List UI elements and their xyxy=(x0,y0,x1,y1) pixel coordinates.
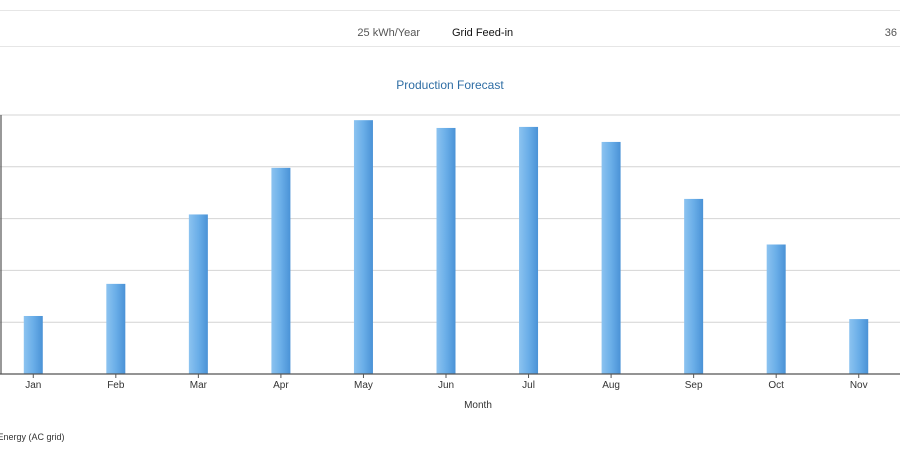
bar-jun xyxy=(436,127,456,374)
bar-feb xyxy=(106,283,126,374)
x-tick-label: Apr xyxy=(273,380,289,391)
bar-nov xyxy=(849,319,869,374)
x-tick-label: Oct xyxy=(768,380,784,391)
legend-series-label: r Energy (AC grid) xyxy=(0,432,65,442)
bar-apr xyxy=(271,167,291,374)
x-tick-label: Aug xyxy=(602,380,620,391)
bar-sep xyxy=(684,198,704,374)
production-forecast-chart: Jan Feb Mar Apr May Jun Jul Aug Sep Oct Nov Month xyxy=(0,114,900,411)
bars xyxy=(23,120,869,375)
x-tick-label: Jan xyxy=(25,380,41,391)
bar-jan xyxy=(23,315,43,374)
x-tick-label: Nov xyxy=(850,380,868,391)
x-tick-label: Feb xyxy=(107,380,125,391)
x-tick-label: Jul xyxy=(522,380,535,391)
x-tick-label: Jun xyxy=(438,380,454,391)
bar-jul xyxy=(519,126,539,374)
x-tick-label: Mar xyxy=(190,380,208,391)
x-tick-label: May xyxy=(354,380,373,391)
bar-may xyxy=(353,120,373,375)
bar-oct xyxy=(766,244,786,374)
legend: r Energy (AC grid) xyxy=(0,432,65,442)
x-tick-label: Sep xyxy=(685,380,703,391)
bar-aug xyxy=(601,141,621,374)
bar-mar xyxy=(188,214,208,374)
x-axis-title: Month xyxy=(464,400,492,411)
